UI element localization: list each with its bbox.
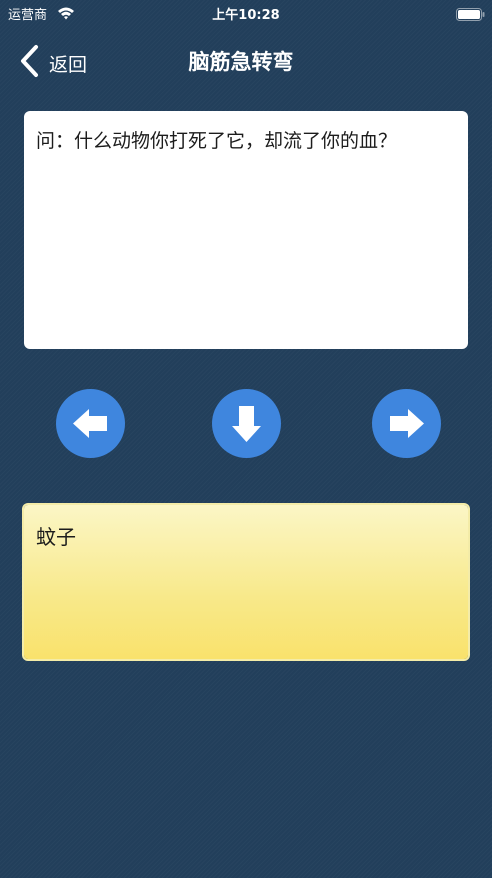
page-title: 脑筋急转弯 — [188, 50, 294, 74]
battery-icon — [456, 6, 486, 21]
arrow-left-icon — [73, 409, 107, 438]
answer-text: 蚊子 — [36, 525, 76, 549]
status-time: 上午10:28 — [212, 8, 280, 23]
previous-question-button[interactable] — [56, 389, 125, 458]
next-question-button[interactable] — [372, 389, 441, 458]
navigation-bar: 返回 脑筋急转弯 — [0, 30, 492, 92]
arrow-down-icon — [232, 406, 261, 442]
reveal-answer-button[interactable] — [212, 389, 281, 458]
arrow-right-icon — [390, 409, 424, 438]
status-bar: 运营商 上午10:28 — [0, 0, 492, 26]
answer-card: 蚊子 — [24, 505, 468, 659]
question-text: 问：什么动物你打死了它，却流了你的血？ — [36, 130, 398, 152]
question-card: 问：什么动物你打死了它，却流了你的血？ — [24, 111, 468, 349]
